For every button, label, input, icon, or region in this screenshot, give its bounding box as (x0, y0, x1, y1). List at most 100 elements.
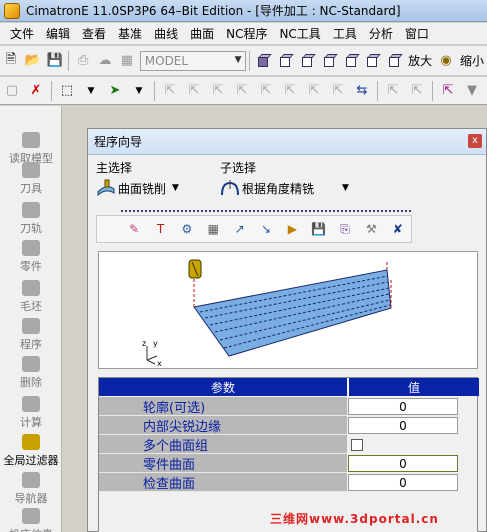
window-title: CimatronE 11.0SP3P6 64–Bit Edition - [导件… (26, 4, 401, 18)
view-front-icon[interactable] (298, 51, 316, 71)
main-select-label: 主选择 (96, 161, 133, 175)
axis-y-label: y (153, 339, 158, 348)
select-loop-icon[interactable]: ⇱ (304, 81, 324, 101)
select-chain-icon[interactable]: ⇱ (280, 81, 300, 101)
param-row-contour: 轮廓(可选) 0 (99, 397, 479, 416)
sub-select-value: 根据角度精铣 (242, 181, 315, 196)
sidebar-item[interactable]: 导航器 (0, 472, 62, 506)
filter-box-icon[interactable]: ▢ (2, 81, 22, 101)
menu-window[interactable]: 窗口 (399, 25, 435, 42)
chevron-down-icon: ▼ (172, 183, 179, 193)
box-select-icon[interactable]: ⬚ (57, 81, 77, 101)
machine-sim-icon (22, 508, 40, 524)
menu-surface[interactable]: 曲面 (184, 25, 220, 42)
sidebar-item[interactable]: 读取模型 (0, 132, 62, 166)
dialog-title: 程序向导 (94, 135, 143, 149)
select-point-icon[interactable]: ⇱ (160, 81, 180, 101)
save-icon[interactable]: 💾 (311, 220, 327, 238)
sidebar-item[interactable]: 刀具 (0, 162, 62, 196)
sidebar-item[interactable]: 零件 (0, 240, 62, 274)
select-body-icon[interactable]: ⇱ (256, 81, 276, 101)
menu-file[interactable]: 文件 (4, 25, 40, 42)
deselect-icon[interactable]: ✗ (26, 81, 46, 101)
view-iso-dark-icon[interactable] (254, 51, 273, 71)
param-value-input[interactable]: 0 (348, 455, 458, 472)
import-icon[interactable]: ↘ (258, 220, 274, 238)
view-right-icon[interactable] (342, 51, 360, 71)
sidebar-item[interactable]: 计算 (0, 396, 62, 430)
sidebar-item-label: 刀轨 (20, 222, 42, 235)
pick-arrow-icon[interactable]: ➤ (105, 81, 125, 101)
save-icon[interactable]: 💾 (46, 51, 64, 71)
chevron-down-icon[interactable]: ▼ (81, 81, 101, 101)
param-value-input[interactable]: 0 (348, 417, 458, 434)
tool-select-icon[interactable]: T (152, 220, 168, 238)
menu-nc-program[interactable]: NC程序 (220, 25, 273, 42)
global-filter-icon (22, 434, 40, 450)
sidebar-item[interactable]: 删除 (0, 356, 62, 390)
new-file-icon[interactable]: 🗎 (2, 51, 20, 71)
zoom-out-button[interactable]: 缩小 (460, 52, 484, 69)
select-face-icon[interactable]: ⇱ (232, 81, 252, 101)
swap-arrows-icon[interactable]: ⇆ (352, 81, 372, 101)
param-value-input[interactable]: 0 (348, 398, 458, 415)
multi-surface-checkbox[interactable] (351, 439, 363, 451)
select-edge-icon[interactable]: ⇱ (208, 81, 228, 101)
menu-nc-tools[interactable]: NC工具 (273, 25, 326, 42)
sidebar-item[interactable]: 程序 (0, 318, 62, 352)
sidebar-item[interactable]: 机床仿真 (0, 508, 62, 532)
close-icon[interactable]: x (468, 134, 482, 148)
exit-icon[interactable]: ✘ (390, 220, 406, 238)
simulate-icon[interactable]: ▶ (284, 220, 300, 238)
selection-row: 主选择 子选择 曲面铣削 ▼ 根据角度精铣 ▼ (96, 159, 476, 205)
sidebar-item-label: 程序 (20, 338, 42, 351)
pick-magenta-icon[interactable]: ⇱ (438, 81, 458, 101)
chevron-down-icon[interactable]: ▼ (129, 81, 149, 101)
select-visible-icon[interactable]: ⇱ (407, 81, 427, 101)
print-icon[interactable]: ⎙ (74, 51, 92, 71)
model-combo[interactable]: MODEL ▼ (139, 50, 246, 71)
cloud-icon[interactable]: ☁ (96, 51, 114, 71)
sidebar-item[interactable]: 刀轨 (0, 202, 62, 236)
sidebar-item-label: 刀具 (20, 182, 42, 195)
view-left-icon[interactable] (363, 51, 382, 71)
zoom-in-icon[interactable]: ◉ (437, 51, 455, 71)
view-back-icon[interactable] (385, 51, 403, 71)
sidebar-item[interactable]: 毛坯 (0, 280, 62, 314)
tools-wrench-icon[interactable]: ⚒ (363, 220, 379, 238)
grid-icon[interactable]: ▦ (118, 51, 136, 71)
title-bar: CimatronE 11.0SP3P6 64–Bit Edition - [导件… (0, 0, 487, 22)
param-name: 多个曲面组 (99, 435, 347, 454)
zoom-in-button[interactable]: 放大 (408, 52, 432, 69)
angle-finish-icon (220, 179, 240, 197)
chevron-down-icon: ▼ (342, 183, 349, 193)
eraser-icon[interactable]: ✎ (126, 220, 142, 238)
param-value-input[interactable]: 0 (348, 474, 458, 491)
cimatron-app-icon (4, 2, 20, 19)
copy-params-icon[interactable]: ⎘ (337, 220, 353, 238)
menu-tools[interactable]: 工具 (327, 25, 363, 42)
select-all-icon[interactable]: ⇱ (383, 81, 403, 101)
export-icon[interactable]: ↗ (231, 220, 247, 238)
select-contour-icon[interactable]: ⇱ (328, 81, 348, 101)
toolbar-separator (154, 80, 155, 101)
menu-datum[interactable]: 基准 (112, 25, 148, 42)
main-select-dropdown[interactable]: 曲面铣削 ▼ (96, 177, 214, 199)
axis-x-label: x (157, 359, 162, 368)
sub-select-dropdown[interactable]: 根据角度精铣 ▼ (220, 177, 380, 199)
tool-holder-icon[interactable]: ⚙ (179, 220, 195, 238)
toolpath-icon (22, 202, 40, 218)
menu-edit[interactable]: 编辑 (40, 25, 76, 42)
view-top-icon[interactable] (320, 51, 338, 71)
stock-icon[interactable]: ▦ (205, 220, 221, 238)
select-curve-icon[interactable]: ⇱ (184, 81, 204, 101)
sidebar-item[interactable]: 全局过滤器 (0, 434, 62, 468)
axis-triad-icon: z y x (142, 339, 162, 368)
menu-view[interactable]: 查看 (76, 25, 112, 42)
menu-curve[interactable]: 曲线 (148, 25, 184, 42)
view-iso-icon[interactable] (276, 51, 294, 71)
menu-analysis[interactable]: 分析 (363, 25, 399, 42)
filter-funnel-icon[interactable]: ▼ (462, 81, 482, 101)
open-folder-icon[interactable]: 📂 (24, 51, 42, 71)
menu-bar: 文件 编辑 查看 基准 曲线 曲面 NC程序 NC工具 工具 分析 窗口 (0, 23, 487, 45)
